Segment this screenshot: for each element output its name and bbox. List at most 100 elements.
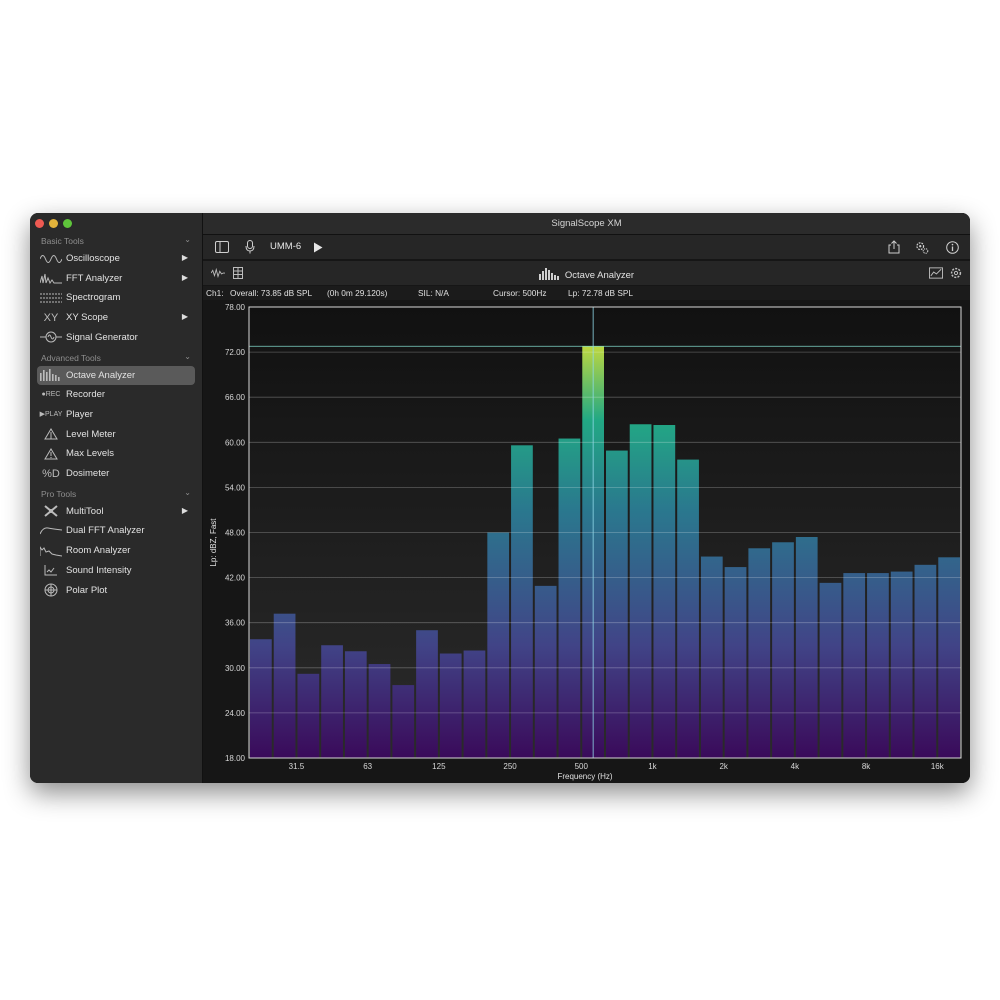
info-icon[interactable] xyxy=(945,240,959,254)
app-window: Basic Tools ⌄ Oscilloscope ▶ FFT Analyzer ▶ Sp… xyxy=(30,213,970,783)
octave-bars-icon xyxy=(40,368,62,383)
x-tick-label: 250 xyxy=(503,762,517,771)
octave-band-bar[interactable] xyxy=(629,424,652,758)
sidebar-item-label: Player xyxy=(66,408,93,420)
zoom-window-button[interactable] xyxy=(63,219,72,228)
sidebar-item-polar-plot[interactable]: Polar Plot xyxy=(37,581,195,600)
x-tick-label: 31.5 xyxy=(289,762,305,771)
share-icon[interactable] xyxy=(887,240,901,254)
chevron-down-icon[interactable]: ⌄ xyxy=(184,488,191,497)
octave-band-bar[interactable] xyxy=(368,664,391,758)
octave-band-bar[interactable] xyxy=(439,653,462,758)
submenu-arrow-icon[interactable]: ▶ xyxy=(182,506,188,515)
section-header[interactable]: Pro Tools ⌄ xyxy=(41,488,191,499)
octave-band-bar[interactable] xyxy=(653,425,676,758)
octave-spectrum-chart[interactable]: 78.00 72.00 66.00 60.00 54.00 48.00 42.00 36.00… xyxy=(203,301,970,783)
octave-band-bar[interactable] xyxy=(321,645,343,758)
octave-band-bar[interactable] xyxy=(700,556,723,758)
sidebar-item-label: Polar Plot xyxy=(66,584,108,596)
sidebar-item-octave-analyzer[interactable]: Octave Analyzer xyxy=(37,365,195,385)
sidebar: Basic Tools ⌄ Oscilloscope ▶ FFT Analyzer ▶ Sp… xyxy=(30,213,203,783)
octave-band-bar[interactable] xyxy=(724,567,747,758)
section-header[interactable]: Basic Tools ⌄ xyxy=(41,235,191,246)
sidebar-item-sound-intensity[interactable]: Sound Intensity xyxy=(37,561,195,580)
octave-band-bar[interactable] xyxy=(463,650,486,758)
title-bar: SignalScope XM xyxy=(203,213,970,235)
octave-band-bar[interactable] xyxy=(772,542,794,758)
sidebar-toggle-icon[interactable] xyxy=(215,240,229,254)
y-tick-label: 18.00 xyxy=(225,754,246,763)
sidebar-item-signal-generator[interactable]: Signal Generator xyxy=(37,328,195,347)
graph-options-icon[interactable] xyxy=(929,266,943,280)
sidebar-item-spectrogram[interactable]: Spectrogram xyxy=(37,288,195,307)
y-tick-label: 24.00 xyxy=(225,709,246,718)
close-window-button[interactable] xyxy=(35,219,44,228)
sidebar-item-label: Recorder xyxy=(66,389,106,401)
octave-bars-icon xyxy=(538,268,559,280)
octave-band-bar[interactable] xyxy=(534,585,557,758)
lp-readout: Lp: 72.78 dB SPL xyxy=(568,288,634,298)
play-icon[interactable] xyxy=(311,240,325,254)
octave-band-bar[interactable] xyxy=(416,630,438,758)
x-tick-label: 1k xyxy=(648,762,657,771)
sidebar-item-label: Octave Analyzer xyxy=(66,369,136,381)
dual-fft-icon xyxy=(40,523,62,538)
level-meter-icon xyxy=(40,427,62,442)
window-title: SignalScope XM xyxy=(551,218,622,229)
sine-wave-icon xyxy=(40,251,62,266)
octave-band-bar[interactable] xyxy=(867,573,889,758)
octave-band-bar[interactable] xyxy=(914,564,937,758)
sidebar-item-recorder[interactable]: ●REC Recorder xyxy=(37,385,195,404)
spectrum-icon xyxy=(40,271,62,286)
submenu-arrow-icon[interactable]: ▶ xyxy=(182,253,188,262)
octave-band-bar[interactable] xyxy=(511,445,533,758)
sidebar-item-label: XY Scope xyxy=(66,312,109,324)
octave-band-bar[interactable] xyxy=(487,532,510,759)
octave-band-bar[interactable] xyxy=(748,548,771,758)
sidebar-item-label: MultiTool xyxy=(66,505,104,517)
settings-gears-icon[interactable] xyxy=(915,240,929,254)
octave-band-bar[interactable] xyxy=(297,673,320,758)
section-header[interactable]: Advanced Tools ⌄ xyxy=(41,352,191,363)
minimize-window-button[interactable] xyxy=(49,219,58,228)
sidebar-item-dosimeter[interactable]: %D Dosimeter xyxy=(37,464,195,483)
sidebar-item-player[interactable]: ▶PLAY Player xyxy=(37,405,195,424)
submenu-arrow-icon[interactable]: ▶ xyxy=(182,273,188,282)
cursor-readout: Cursor: 500Hz xyxy=(493,288,547,298)
microphone-icon[interactable] xyxy=(243,240,257,254)
x-tick-label: 8k xyxy=(862,762,871,771)
sidebar-item-level-meter[interactable]: Level Meter xyxy=(37,425,195,444)
octave-band-bar[interactable] xyxy=(890,571,913,758)
sidebar-item-max-levels[interactable]: Max Levels xyxy=(37,444,195,463)
sidebar-item-xy-scope[interactable]: XY XY Scope ▶ xyxy=(37,308,195,327)
section-header-label: Advanced Tools xyxy=(41,352,101,363)
input-device-label[interactable]: UMM-6 xyxy=(270,241,301,252)
octave-band-bar[interactable] xyxy=(843,573,866,758)
chevron-down-icon[interactable]: ⌄ xyxy=(184,352,191,361)
octave-band-bar[interactable] xyxy=(344,651,367,758)
chevron-down-icon[interactable]: ⌄ xyxy=(184,235,191,244)
sidebar-item-fft-analyzer[interactable]: FFT Analyzer ▶ xyxy=(37,269,195,288)
sidebar-item-dual-fft-analyzer[interactable]: Dual FFT Analyzer xyxy=(37,521,195,540)
play-icon: ▶PLAY xyxy=(39,411,63,419)
x-tick-label: 63 xyxy=(363,762,372,771)
submenu-arrow-icon[interactable]: ▶ xyxy=(182,312,188,321)
octave-band-bar[interactable] xyxy=(558,438,581,758)
octave-band-bar[interactable] xyxy=(795,537,818,758)
main-panel: SignalScope XM UMM-6 Octave Analyzer Ch1… xyxy=(203,213,970,783)
octave-band-bar[interactable] xyxy=(250,639,272,758)
octave-band-bar[interactable] xyxy=(273,613,296,758)
octave-band-bar[interactable] xyxy=(392,685,415,758)
sidebar-item-room-analyzer[interactable]: Room Analyzer xyxy=(37,541,195,560)
sidebar-item-label: Max Levels xyxy=(66,448,115,460)
sidebar-item-oscilloscope[interactable]: Oscilloscope ▶ xyxy=(37,249,195,268)
octave-band-bar[interactable] xyxy=(606,450,628,758)
octave-band-bar[interactable] xyxy=(819,582,842,758)
octave-band-bar[interactable] xyxy=(938,557,960,758)
signal-generator-icon xyxy=(40,330,62,345)
gear-icon[interactable] xyxy=(949,266,963,280)
spectrogram-icon xyxy=(40,290,62,305)
section-header-label: Basic Tools xyxy=(41,236,84,246)
dosimeter-icon: %D xyxy=(42,467,60,480)
sidebar-item-multitool[interactable]: MultiTool ▶ xyxy=(37,502,195,521)
